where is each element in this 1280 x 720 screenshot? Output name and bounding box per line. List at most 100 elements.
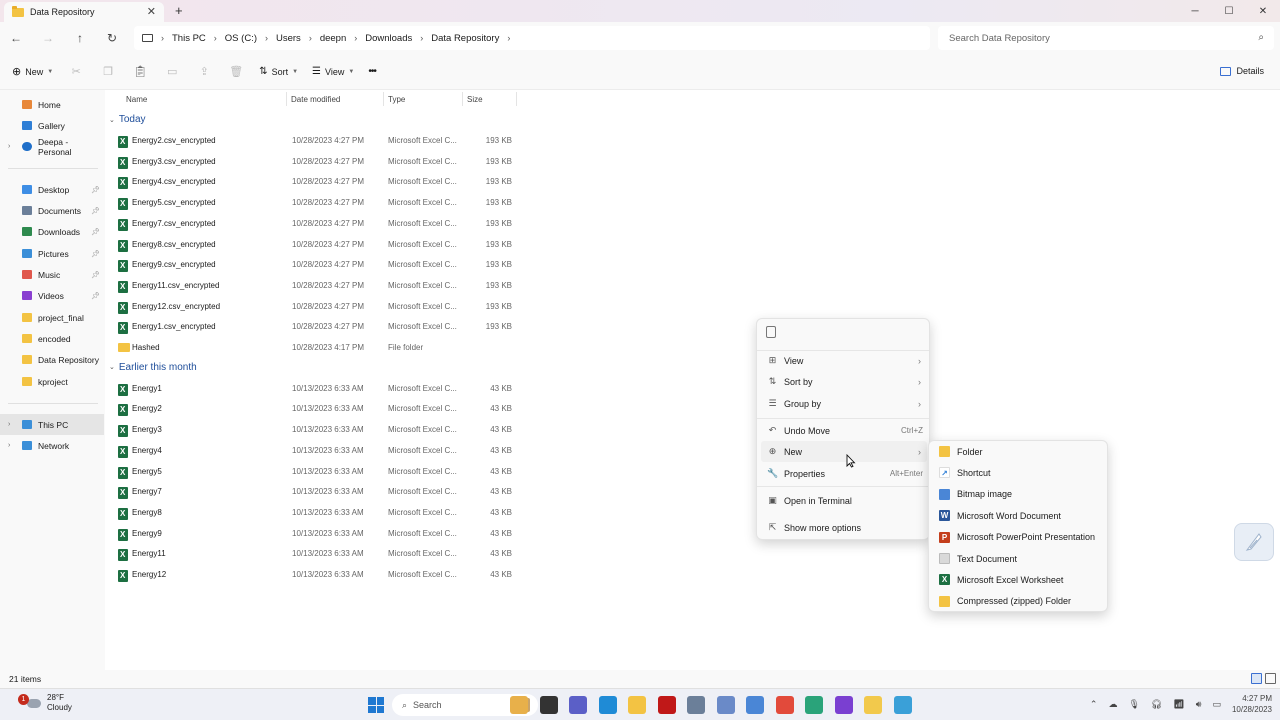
tab-data-repository[interactable]: Data Repository ✕ [4, 2, 164, 22]
group-header[interactable]: ⌄ Today [109, 114, 146, 125]
table-row[interactable]: Energy12 10/13/2023 6:33 AM Microsoft Exce… [115, 565, 520, 585]
sidebar-item-music[interactable]: Music 📌︎ [0, 264, 104, 285]
new-microsoft-powerpoint-presentation-item[interactable]: P Microsoft PowerPoint Presentation [933, 527, 1105, 548]
table-row[interactable]: Energy9 10/13/2023 6:33 AM Microsoft Excel… [115, 524, 520, 544]
chevron-right-icon[interactable]: › [8, 442, 10, 449]
table-row[interactable]: Energy5 10/13/2023 6:33 AM Microsoft Excel… [115, 462, 520, 482]
table-row[interactable]: Energy8.csv_encrypted 10/28/2023 4:27 PM M… [115, 235, 520, 255]
table-row[interactable]: Energy11.csv_encrypted 10/28/2023 4:27 PM… [115, 276, 520, 296]
back-button[interactable]: ← [0, 31, 32, 45]
menu-item-properties[interactable]: 🔧 Properties Alt+Enter [761, 463, 927, 484]
sort-button[interactable]: ⇅ Sort ▼ [259, 66, 298, 77]
table-row[interactable]: Energy8 10/13/2023 6:33 AM Microsoft Excel… [115, 503, 520, 523]
maximize-button[interactable]: ☐ [1212, 0, 1246, 22]
cut-icon[interactable]: ✂ [67, 64, 85, 80]
battery-icon[interactable]: ▭ [1212, 699, 1221, 710]
close-window-button[interactable]: ✕ [1246, 0, 1280, 22]
table-row[interactable]: Energy1.csv_encrypted 10/28/2023 4:27 PM M… [115, 317, 520, 337]
table-row[interactable]: Energy1 10/13/2023 6:33 AM Microsoft Excel… [115, 379, 520, 399]
table-row[interactable]: Hashed 10/28/2023 4:17 PM File folder [115, 338, 520, 358]
details-view-icon[interactable] [1251, 673, 1262, 684]
sidebar-item-kproject[interactable]: kproject [0, 371, 104, 392]
sticky-app-icon[interactable] [864, 696, 882, 714]
forward-button[interactable]: → [32, 31, 64, 45]
task-view-app-icon[interactable] [539, 696, 558, 714]
table-row[interactable]: Energy3.csv_encrypted 10/28/2023 4:27 PM M… [115, 152, 520, 172]
wifi-icon[interactable]: 📶︎ [1173, 699, 1184, 710]
rename-icon[interactable]: ▭ [163, 64, 181, 80]
weather-widget[interactable]: 1 28°F Cloudy [10, 693, 72, 713]
chrome-app-icon[interactable] [775, 696, 794, 714]
refresh-button[interactable]: ↻ [96, 31, 128, 45]
table-row[interactable]: Energy9.csv_encrypted 10/28/2023 4:27 PM M… [115, 255, 520, 275]
sidebar-item-videos[interactable]: Videos 📌︎ [0, 285, 104, 306]
view-button[interactable]: ☰ View ▼ [312, 66, 354, 77]
mcafee-app-icon[interactable] [657, 696, 676, 714]
sidebar-item-project-final[interactable]: project_final [0, 307, 104, 328]
close-tab-icon[interactable]: ✕ [147, 5, 156, 18]
more-options-button[interactable]: ••• [368, 66, 376, 77]
table-row[interactable]: Energy11 10/13/2023 6:33 AM Microsoft Exce… [115, 544, 520, 564]
file-manager-app-icon[interactable] [510, 696, 528, 714]
copy-icon[interactable]: ❐ [99, 64, 117, 80]
sidebar-item-this-pc[interactable]: › This PC [0, 414, 104, 435]
teams-app-icon[interactable] [569, 696, 587, 714]
show-hidden-icons[interactable]: ⌃ [1090, 699, 1098, 710]
sidebar-item-desktop[interactable]: Desktop 📌︎ [0, 179, 104, 200]
chevron-right-icon[interactable]: › [507, 33, 510, 43]
column-header-name[interactable]: Name [126, 90, 147, 108]
media-app-icon[interactable] [834, 696, 853, 714]
image-app-icon[interactable] [746, 696, 764, 714]
sidebar-item-data-repository[interactable]: Data Repository [0, 349, 104, 370]
sidebar-item-network[interactable]: › Network [0, 435, 104, 456]
breadcrumb-item[interactable]: Downloads [365, 33, 412, 44]
table-row[interactable]: Energy2 10/13/2023 6:33 AM Microsoft Excel… [115, 399, 520, 419]
column-header-date[interactable]: Date modified [291, 90, 340, 108]
sidebar-item-pictures[interactable]: Pictures 📌︎ [0, 243, 104, 264]
table-row[interactable]: Energy3 10/13/2023 6:33 AM Microsoft Excel… [115, 420, 520, 440]
windows-start-icon[interactable] [368, 697, 384, 713]
minimize-button[interactable]: ─ [1178, 0, 1212, 22]
menu-item-show-more-options[interactable]: ⇱ Show more options [761, 517, 927, 538]
cloud-sync-icon[interactable]: ☁ [1108, 699, 1117, 710]
menu-item-group-by[interactable]: ☰ Group by › [761, 393, 927, 414]
sidebar-item-encoded[interactable]: encoded [0, 328, 104, 349]
column-header-size[interactable]: Size [467, 90, 483, 108]
large-icons-view-icon[interactable] [1265, 673, 1276, 684]
new-text-document-item[interactable]: Text Document [933, 548, 1105, 569]
sidebar-item-downloads[interactable]: Downloads 📌︎ [0, 221, 104, 242]
column-header-type[interactable]: Type [388, 90, 405, 108]
edge-app-icon[interactable] [598, 696, 617, 714]
headset-icon[interactable]: 🎧︎ [1151, 699, 1162, 710]
up-button[interactable]: ↑ [64, 31, 96, 45]
column-divider[interactable] [462, 92, 463, 106]
clock[interactable]: 4:27 PM 10/28/2023 [1232, 693, 1272, 715]
r-app-icon[interactable] [716, 696, 735, 714]
floating-widget-button[interactable] [1234, 523, 1274, 561]
paste-icon[interactable] [766, 326, 776, 338]
paste-icon[interactable]: 📋︎ [131, 64, 149, 80]
new-button[interactable]: ⊕ New ▼ [12, 65, 53, 78]
volume-icon[interactable]: 🔊︎ [1196, 699, 1202, 710]
new-tab-button[interactable]: + [175, 3, 183, 18]
menu-item-open-in-terminal[interactable]: ▣ Open in Terminal [761, 490, 927, 511]
table-row[interactable]: Energy5.csv_encrypted 10/28/2023 4:27 PM M… [115, 193, 520, 213]
new-bitmap-image-item[interactable]: Bitmap image [933, 484, 1105, 505]
chevron-right-icon[interactable]: › [8, 421, 10, 428]
column-divider[interactable] [383, 92, 384, 106]
sidebar-item-gallery[interactable]: Gallery [0, 115, 104, 136]
explorer-app-icon[interactable] [628, 696, 646, 714]
search-input[interactable]: Search Data Repository ⌕ [938, 26, 1274, 50]
sidebar-item-documents[interactable]: Documents 📌︎ [0, 200, 104, 221]
delete-icon[interactable]: 🗑︎ [227, 64, 245, 80]
menu-item-new[interactable]: ⊕ New › [761, 441, 927, 462]
table-row[interactable]: Energy4.csv_encrypted 10/28/2023 4:27 PM M… [115, 172, 520, 192]
share-icon[interactable]: ⇪ [195, 64, 213, 80]
table-row[interactable]: Energy7 10/13/2023 6:33 AM Microsoft Excel… [115, 482, 520, 502]
new-shortcut-item[interactable]: ↗ Shortcut [933, 462, 1105, 483]
group-header[interactable]: ⌄ Earlier this month [109, 362, 197, 373]
table-row[interactable]: Energy2.csv_encrypted 10/28/2023 4:27 PM M… [115, 131, 520, 151]
new-microsoft-word-document-item[interactable]: W Microsoft Word Document [933, 505, 1105, 526]
snipping-app-icon[interactable] [893, 696, 912, 714]
table-row[interactable]: Energy4 10/13/2023 6:33 AM Microsoft Excel… [115, 441, 520, 461]
